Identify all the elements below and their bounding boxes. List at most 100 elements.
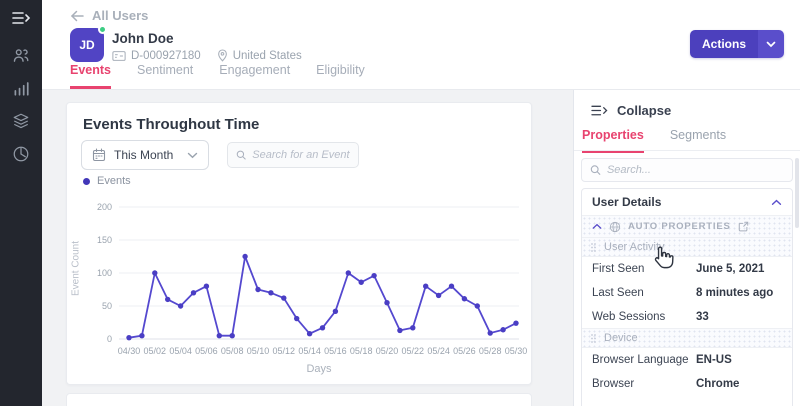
id-badge-icon — [112, 50, 126, 61]
svg-text:150: 150 — [97, 235, 112, 245]
date-range-value: This Month — [114, 148, 174, 162]
location-pin-icon — [217, 49, 227, 62]
property-row-browser: Browser Chrome — [582, 372, 792, 396]
svg-text:05/06: 05/06 — [195, 346, 218, 356]
search-icon — [236, 150, 246, 160]
actions-dropdown-toggle[interactable] — [758, 30, 784, 58]
tab-eligibility[interactable]: Eligibility — [316, 63, 365, 89]
svg-text:05/14: 05/14 — [298, 346, 321, 356]
tab-sentiment[interactable]: Sentiment — [137, 63, 193, 89]
svg-text:04/30: 04/30 — [118, 346, 141, 356]
group-label: Device — [604, 332, 638, 344]
page-header: All Users JD John Doe D-000927180 United… — [42, 0, 800, 90]
properties-search-input[interactable] — [606, 164, 784, 176]
properties-panel: Collapse Properties Segments User Detail… — [573, 90, 800, 406]
property-label: Web Sessions — [592, 311, 666, 323]
property-row-browser-language: Browser Language EN-US — [582, 348, 792, 372]
property-label: Browser — [592, 378, 635, 390]
external-link-icon[interactable] — [738, 221, 749, 232]
user-name: John Doe — [112, 31, 174, 46]
svg-text:100: 100 — [97, 268, 112, 278]
event-search-input[interactable] — [252, 149, 350, 161]
panel-scrollbar-thumb[interactable] — [795, 158, 799, 228]
online-status-dot — [98, 25, 107, 34]
property-value: 8 minutes ago — [696, 287, 774, 299]
event-search — [227, 142, 359, 168]
users-icon[interactable] — [12, 46, 30, 64]
property-label: Last Seen — [592, 287, 644, 299]
panel-divider — [574, 150, 800, 151]
property-row-last-seen: Last Seen 8 minutes ago — [582, 281, 792, 305]
auto-properties-label: AUTO PROPERTIES — [628, 221, 731, 232]
x-axis-label: Days — [306, 363, 332, 375]
chevron-up-icon[interactable] — [771, 199, 782, 206]
sidebar — [0, 0, 42, 406]
calendar-icon — [92, 148, 106, 162]
property-value: 33 — [696, 311, 709, 323]
svg-text:05/24: 05/24 — [427, 346, 450, 356]
events-chart-card: Events Throughout Time This Month Events — [66, 102, 532, 385]
chevron-down-icon — [187, 152, 198, 158]
back-link[interactable]: All Users — [70, 8, 148, 23]
main-content: Events Throughout Time This Month Events — [42, 90, 573, 406]
back-label: All Users — [92, 8, 149, 23]
user-country: United States — [232, 49, 302, 62]
property-row-first-seen: First Seen June 5, 2021 — [582, 257, 792, 281]
svg-text:05/22: 05/22 — [402, 346, 425, 356]
chart-title: Events Throughout Time — [83, 116, 260, 133]
group-device[interactable]: Device — [582, 328, 792, 348]
menu-collapse-icon — [591, 105, 608, 116]
search-icon — [590, 165, 601, 175]
svg-text:05/12: 05/12 — [273, 346, 296, 356]
menu-expand-icon[interactable] — [11, 10, 31, 26]
svg-text:05/16: 05/16 — [324, 346, 347, 356]
chart-legend: Events — [83, 175, 131, 187]
user-details-header[interactable]: User Details — [582, 189, 792, 216]
svg-text:05/02: 05/02 — [144, 346, 167, 356]
user-details-title: User Details — [592, 195, 662, 209]
svg-text:0: 0 — [107, 334, 112, 344]
chevron-down-icon — [766, 41, 776, 47]
tab-engagement[interactable]: Engagement — [219, 63, 290, 89]
svg-text:05/28: 05/28 — [479, 346, 502, 356]
svg-text:05/08: 05/08 — [221, 346, 244, 356]
globe-icon — [609, 221, 621, 232]
collapse-label: Collapse — [617, 103, 672, 118]
next-card-edge — [66, 393, 532, 406]
group-label: User Activity — [604, 241, 665, 253]
user-id: D-000927180 — [131, 49, 201, 62]
svg-text:05/04: 05/04 — [169, 346, 192, 356]
svg-text:200: 200 — [97, 202, 112, 212]
actions-button[interactable]: Actions — [689, 30, 784, 58]
drag-handle-icon[interactable] — [590, 242, 597, 253]
properties-search — [581, 158, 793, 182]
group-user-activity[interactable]: User Activity — [582, 237, 792, 257]
svg-text:05/18: 05/18 — [350, 346, 373, 356]
date-range-select[interactable]: This Month — [81, 140, 209, 170]
drag-handle-icon[interactable] — [590, 333, 597, 344]
bar-chart-icon[interactable] — [12, 79, 30, 97]
collapse-button[interactable]: Collapse — [590, 103, 671, 118]
actions-button-label[interactable]: Actions — [689, 30, 758, 58]
profile-tabs: Events Sentiment Engagement Eligibility — [70, 63, 365, 89]
legend-label: Events — [97, 175, 131, 187]
property-label: Browser Language — [592, 354, 689, 366]
app-window: All Users JD John Doe D-000927180 United… — [0, 0, 800, 406]
svg-text:05/26: 05/26 — [453, 346, 476, 356]
property-value: June 5, 2021 — [696, 263, 765, 275]
pie-chart-icon[interactable] — [12, 145, 30, 163]
arrow-left-icon — [70, 10, 84, 21]
property-value: Chrome — [696, 378, 740, 390]
property-value: EN-US — [696, 354, 732, 366]
auto-properties-row[interactable]: AUTO PROPERTIES — [582, 216, 792, 238]
property-label: First Seen — [592, 263, 645, 275]
user-meta: D-000927180 United States — [112, 49, 302, 62]
chevron-up-icon[interactable] — [592, 223, 602, 230]
svg-text:50: 50 — [102, 301, 112, 311]
property-row-web-sessions: Web Sessions 33 — [582, 305, 792, 329]
layers-icon[interactable] — [12, 112, 30, 130]
tab-events[interactable]: Events — [70, 63, 111, 89]
svg-text:05/20: 05/20 — [376, 346, 399, 356]
user-details-card: User Details AUTO PROPERTIES User Activi… — [581, 188, 793, 406]
svg-text:05/10: 05/10 — [247, 346, 270, 356]
